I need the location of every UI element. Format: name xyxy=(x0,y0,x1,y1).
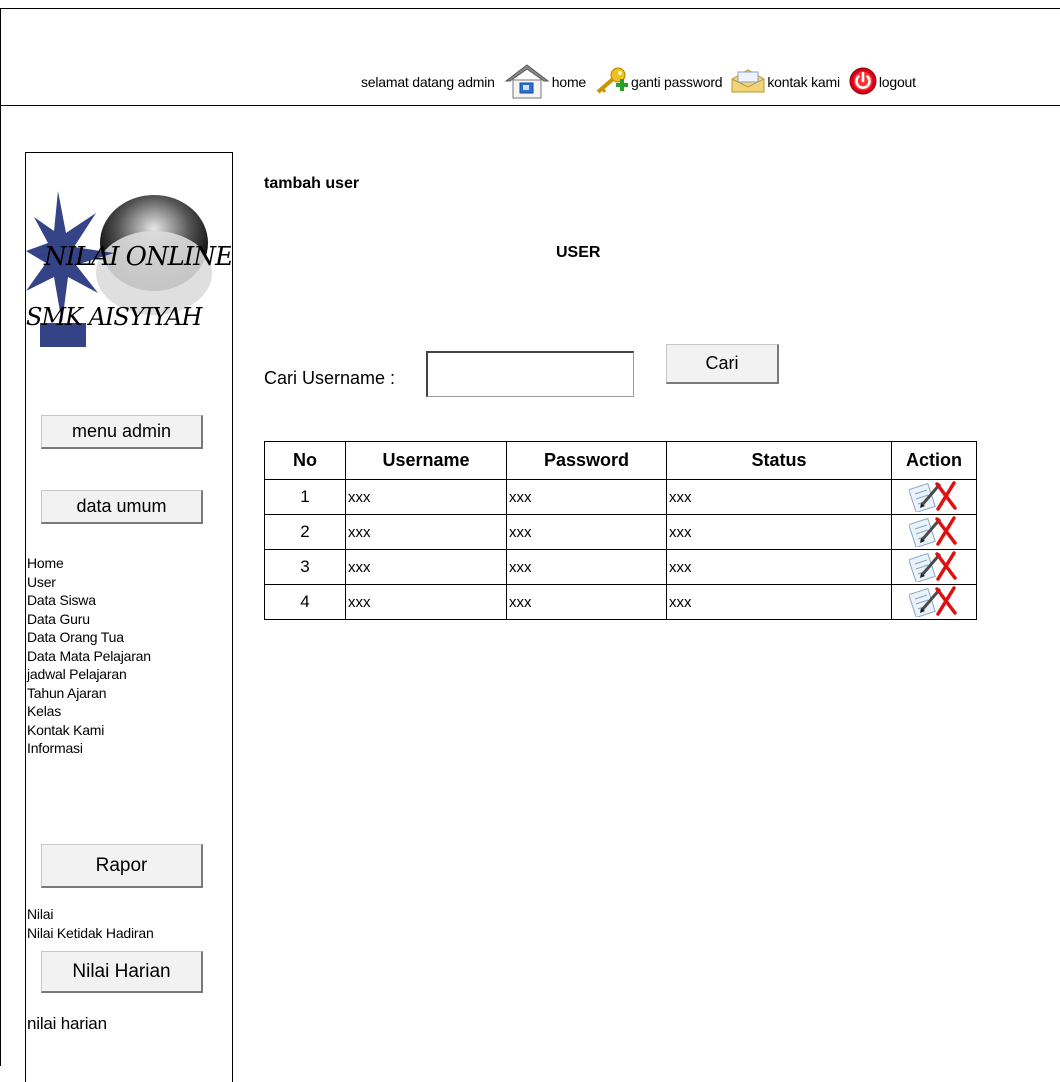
nav-change-password-label: ganti password xyxy=(631,74,723,90)
rapor-button[interactable]: Rapor xyxy=(41,844,203,888)
data-umum-links: Home User Data Siswa Data Guru Data Oran… xyxy=(27,554,151,758)
table-row: 2 xxx xxx xxx xyxy=(264,514,977,550)
cell-password: xxx xyxy=(506,479,667,515)
delete-icon[interactable] xyxy=(933,585,959,620)
nav-home-link[interactable]: home xyxy=(503,63,594,102)
sidebar-link-nilai[interactable]: Nilai xyxy=(27,905,154,924)
home-icon xyxy=(503,63,551,102)
sidebar-link-nilai-ketidak-hadiran[interactable]: Nilai Ketidak Hadiran xyxy=(27,924,154,943)
search-button[interactable]: Cari xyxy=(666,344,779,384)
cell-password: xxx xyxy=(506,584,667,620)
sidebar-link-kontak-kami[interactable]: Kontak Kami xyxy=(27,721,151,740)
nav-contact-link[interactable]: kontak kami xyxy=(730,66,848,99)
sidebar-link-data-orang-tua[interactable]: Data Orang Tua xyxy=(27,628,151,647)
nav-change-password-link[interactable]: ganti password xyxy=(594,66,730,99)
sidebar-link-jadwal-pelajaran[interactable]: jadwal Pelajaran xyxy=(27,665,151,684)
nav-contact-label: kontak kami xyxy=(767,74,840,90)
col-header-username: Username xyxy=(345,441,507,480)
delete-icon[interactable] xyxy=(933,480,959,515)
sidebar-link-data-siswa[interactable]: Data Siswa xyxy=(27,591,151,610)
sidebar-link-data-guru[interactable]: Data Guru xyxy=(27,610,151,629)
page-title: USER xyxy=(556,244,601,261)
col-header-no: No xyxy=(264,441,346,480)
col-header-action: Action xyxy=(891,441,977,480)
cell-username: xxx xyxy=(345,584,507,620)
delete-icon[interactable] xyxy=(933,550,959,585)
nav-home-label: home xyxy=(551,74,586,90)
svg-text:NILAI ONLINE: NILAI ONLINE xyxy=(43,242,231,272)
sidebar-link-informasi[interactable]: Informasi xyxy=(27,739,151,758)
svg-text:SMK AISYIYAH: SMK AISYIYAH xyxy=(26,303,203,331)
sidebar-link-nilai-harian[interactable]: nilai harian xyxy=(27,1014,107,1034)
sidebar-link-home[interactable]: Home xyxy=(27,554,151,573)
cell-action xyxy=(891,549,977,585)
sidebar-link-tahun-ajaran[interactable]: Tahun Ajaran xyxy=(27,684,151,703)
delete-icon[interactable] xyxy=(933,515,959,550)
nav-logout-link[interactable]: logout xyxy=(848,66,924,99)
cell-no: 2 xyxy=(264,514,346,550)
cell-status: xxx xyxy=(666,549,892,585)
menu-admin-button[interactable]: menu admin xyxy=(41,415,203,449)
cell-status: xxx xyxy=(666,584,892,620)
cell-status: xxx xyxy=(666,514,892,550)
search-username-input[interactable] xyxy=(426,351,634,397)
mail-icon xyxy=(730,66,766,99)
cell-username: xxx xyxy=(345,514,507,550)
school-logo: NILAI ONLINE SMK AISYIYAH xyxy=(26,173,235,361)
cell-password: xxx xyxy=(506,549,667,585)
col-header-password: Password xyxy=(506,441,667,480)
header-divider xyxy=(0,105,1060,106)
table-header-row: No Username Password Status Action xyxy=(264,441,977,480)
cell-no: 3 xyxy=(264,549,346,585)
cell-username: xxx xyxy=(345,549,507,585)
sidebar-link-kelas[interactable]: Kelas xyxy=(27,702,151,721)
greeting-text: selamat datang admin xyxy=(361,74,495,90)
table-row: 1 xxx xxx xxx xyxy=(264,479,977,515)
add-user-link[interactable]: tambah user xyxy=(264,175,359,193)
col-header-status: Status xyxy=(666,441,892,480)
data-umum-button[interactable]: data umum xyxy=(41,490,203,524)
frame-top-border xyxy=(0,8,1060,9)
cell-password: xxx xyxy=(506,514,667,550)
cell-status: xxx xyxy=(666,479,892,515)
table-row: 3 xxx xxx xxx xyxy=(264,549,977,585)
frame-left-border xyxy=(0,8,1,1066)
cell-no: 1 xyxy=(264,479,346,515)
cell-username: xxx xyxy=(345,479,507,515)
top-nav: selamat datang admin home ganti password xyxy=(361,62,924,102)
search-label: Cari Username : xyxy=(264,368,396,388)
users-table: No Username Password Status Action 1 xxx… xyxy=(264,441,977,620)
cell-action xyxy=(891,514,977,550)
power-icon xyxy=(848,66,878,99)
key-icon xyxy=(594,66,630,99)
sidebar-link-data-mata-pelajaran[interactable]: Data Mata Pelajaran xyxy=(27,647,151,666)
nav-logout-label: logout xyxy=(878,74,916,90)
cell-action xyxy=(891,479,977,515)
nilai-harian-button[interactable]: Nilai Harian xyxy=(41,951,203,993)
sidebar: NILAI ONLINE SMK AISYIYAH menu admin dat… xyxy=(25,152,235,1082)
table-row: 4 xxx xxx xxx xyxy=(264,584,977,620)
cell-action xyxy=(891,584,977,620)
rapor-links: Nilai Nilai Ketidak Hadiran xyxy=(27,905,154,942)
cell-no: 4 xyxy=(264,584,346,620)
nilai-harian-links: nilai harian xyxy=(27,1014,107,1034)
sidebar-link-user[interactable]: User xyxy=(27,573,151,592)
